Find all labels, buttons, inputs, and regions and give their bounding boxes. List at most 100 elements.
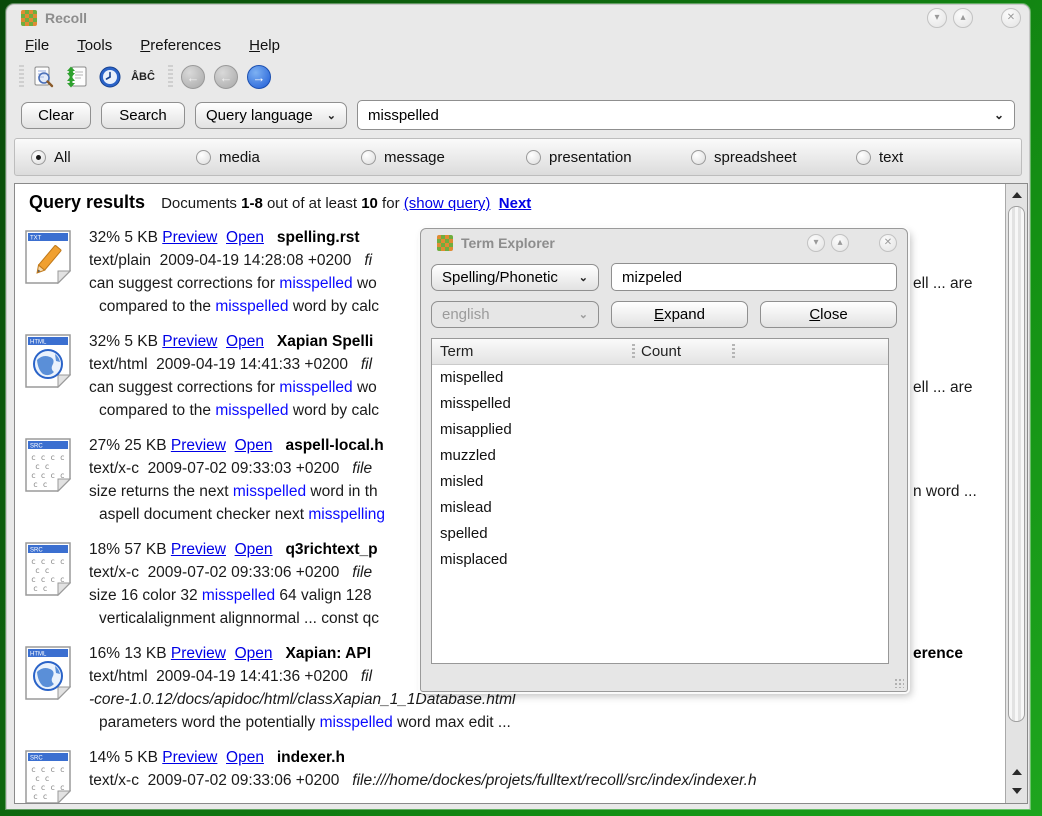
query-language-select[interactable]: Query language ⌄ — [195, 102, 347, 129]
text-segment — [217, 333, 226, 350]
term-row[interactable]: spelled — [432, 521, 888, 547]
radio-icon[interactable] — [691, 150, 706, 165]
filter-radio-text[interactable]: text — [856, 149, 1021, 166]
term-input[interactable]: mizpeled — [611, 263, 897, 291]
text-segment: 16% 13 KB — [89, 645, 171, 662]
table-header[interactable]: Term Count — [432, 339, 888, 365]
preview-link[interactable]: Preview — [162, 333, 217, 350]
close-button[interactable]: Close — [760, 301, 897, 328]
update-index-icon[interactable] — [63, 63, 91, 91]
text-segment: Xapian: API — [285, 645, 371, 662]
nav-back-icon: ← — [212, 63, 240, 91]
nav-forward-icon[interactable]: → — [245, 63, 273, 91]
term-column-header[interactable]: Term — [432, 343, 637, 360]
text-segment: spelling.rst — [277, 229, 360, 246]
term-row[interactable]: misled — [432, 469, 888, 495]
filter-radio-message[interactable]: message — [361, 149, 526, 166]
scroll-down-icon[interactable] — [1006, 782, 1027, 800]
svg-text:c c c c: c c c c — [31, 575, 65, 584]
result-icon-cell[interactable]: TXT — [25, 226, 89, 330]
radio-icon[interactable] — [526, 150, 541, 165]
expand-button[interactable]: Expand — [611, 301, 748, 328]
menu-preferences[interactable]: Preferences — [136, 35, 225, 56]
maximize-icon[interactable]: ▴ — [953, 8, 973, 28]
chevron-down-icon[interactable]: ⌄ — [994, 108, 1004, 122]
radio-icon[interactable] — [196, 150, 211, 165]
preview-link[interactable]: Preview — [171, 437, 226, 454]
filter-radio-spreadsheet[interactable]: spreadsheet — [691, 149, 856, 166]
result-icon-cell[interactable]: HTML — [25, 642, 89, 746]
preview-link[interactable]: Preview — [162, 229, 217, 246]
open-link[interactable]: Open — [235, 437, 273, 454]
term-row[interactable]: misapplied — [432, 417, 888, 443]
resize-grip[interactable] — [894, 678, 904, 688]
preview-link[interactable]: Preview — [171, 645, 226, 662]
text-segment: file — [352, 564, 372, 581]
menu-tools[interactable]: Tools — [73, 35, 116, 56]
column-resize-handle[interactable] — [632, 344, 635, 360]
maximize-icon[interactable]: ▴ — [831, 234, 849, 252]
scroll-up-icon[interactable] — [1006, 186, 1027, 204]
term-row[interactable]: mispelled — [432, 365, 888, 391]
term-row[interactable]: mislead — [432, 495, 888, 521]
results-scrollbar[interactable] — [1005, 184, 1027, 803]
open-link[interactable]: Open — [235, 645, 273, 662]
expansion-type-select[interactable]: Spelling/Phonetic ⌄ — [431, 264, 599, 291]
svg-text:SRC: SRC — [30, 756, 43, 762]
term-explorer-abc-icon[interactable]: ÅBĈ — [129, 63, 157, 91]
open-link[interactable]: Open — [226, 229, 264, 246]
menu-file[interactable]: File — [21, 35, 53, 56]
close-icon[interactable]: ✕ — [879, 234, 897, 252]
open-link[interactable]: Open — [226, 749, 264, 766]
close-icon[interactable]: ✕ — [1001, 8, 1021, 28]
term-row[interactable]: muzzled — [432, 443, 888, 469]
minimize-icon[interactable]: ▾ — [807, 234, 825, 252]
show-query-link[interactable]: (show query) — [404, 195, 491, 212]
radio-icon[interactable] — [361, 150, 376, 165]
toolbar-separator — [168, 65, 173, 89]
text-segment: word by calc — [289, 402, 379, 419]
result-icon-cell[interactable]: SRCc c c cc cc c c cc c — [25, 746, 89, 803]
result-icon-cell[interactable]: SRCc c c cc cc c c cc c — [25, 434, 89, 538]
column-resize-handle[interactable] — [732, 344, 735, 360]
text-segment — [273, 645, 286, 662]
text-segment: fil — [361, 668, 372, 685]
text-segment — [273, 437, 286, 454]
svg-text:c c: c c — [35, 462, 50, 471]
preview-link[interactable]: Preview — [171, 541, 226, 558]
scrollbar-thumb[interactable] — [1008, 206, 1025, 722]
toolbar-handle[interactable] — [19, 65, 24, 89]
dialog-titlebar[interactable]: Term Explorer ▾ ▴ ✕ — [421, 229, 907, 257]
preview-link[interactable]: Preview — [162, 749, 217, 766]
term-row[interactable]: misspelled — [432, 391, 888, 417]
radio-label: spreadsheet — [714, 149, 797, 166]
radio-icon[interactable] — [31, 150, 46, 165]
open-link[interactable]: Open — [235, 541, 273, 558]
search-button[interactable]: Search — [101, 102, 185, 129]
menu-help[interactable]: Help — [245, 35, 284, 56]
result-icon-cell[interactable]: SRCc c c cc cc c c cc c — [25, 538, 89, 642]
filter-radio-all[interactable]: All — [31, 149, 196, 166]
filter-radio-presentation[interactable]: presentation — [526, 149, 691, 166]
result-icon-cell[interactable]: HTML — [25, 330, 89, 434]
radio-icon[interactable] — [856, 150, 871, 165]
main-titlebar[interactable]: Recoll ▾ ▴ ✕ — [7, 5, 1029, 31]
window-title: Recoll — [45, 10, 921, 26]
text-segment: wo — [353, 379, 377, 396]
show-missing-helpers-icon[interactable] — [30, 63, 58, 91]
scroll-up-icon[interactable] — [1006, 763, 1027, 781]
term-row[interactable]: misplaced — [432, 547, 888, 573]
text-segment — [217, 749, 226, 766]
next-link[interactable]: Next — [499, 195, 532, 212]
count-column-header[interactable]: Count — [637, 343, 681, 360]
text-segment: -core-1.0.12/docs/apidoc/html/classXapia… — [89, 691, 516, 708]
text-segment — [226, 541, 235, 558]
open-link[interactable]: Open — [226, 333, 264, 350]
search-input[interactable]: misspelled ⌄ — [357, 100, 1015, 130]
history-clock-icon[interactable] — [96, 63, 124, 91]
clear-button[interactable]: Clear — [21, 102, 91, 129]
highlighted-term: misspelled — [215, 402, 288, 419]
filter-radio-media[interactable]: media — [196, 149, 361, 166]
minimize-icon[interactable]: ▾ — [927, 8, 947, 28]
radio-label: presentation — [549, 149, 632, 166]
